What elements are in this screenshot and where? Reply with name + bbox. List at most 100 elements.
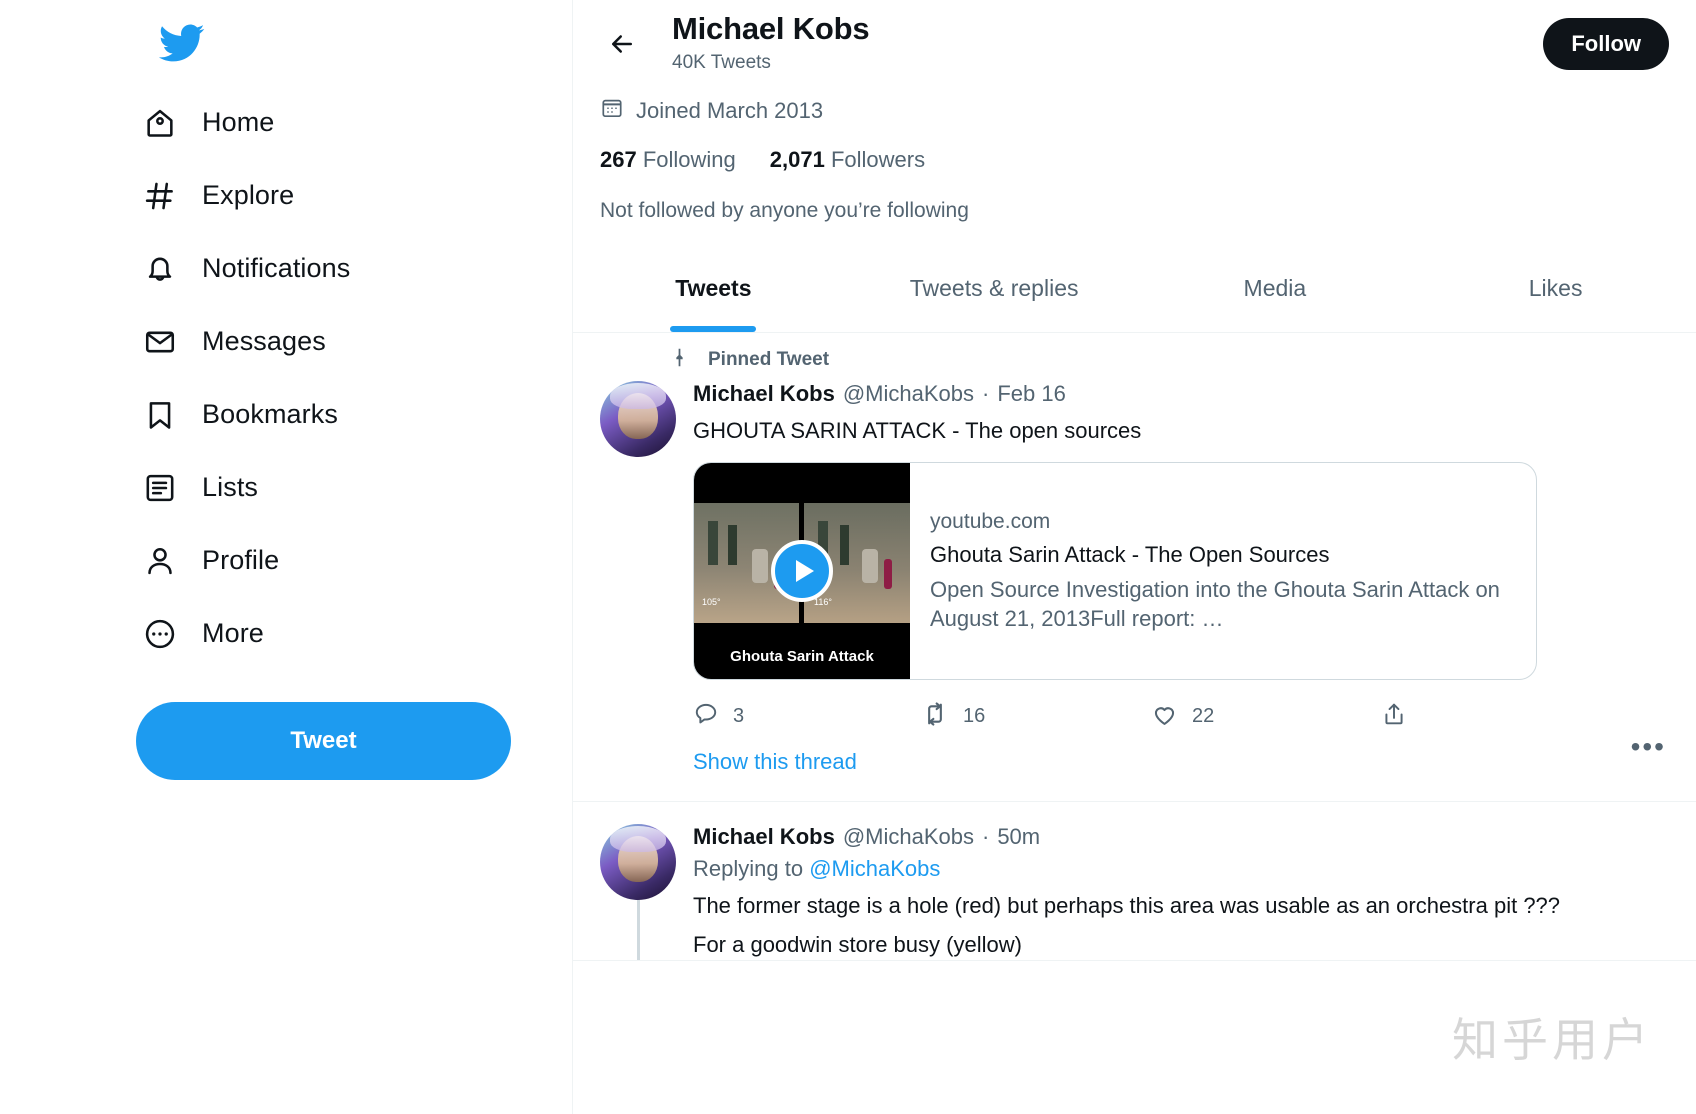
envelope-icon [140,322,180,362]
tweet-main: Michael Kobs @MichaKobs · Feb 16 ••• GHO… [693,381,1669,801]
bookmark-icon [140,395,180,435]
play-icon[interactable] [771,540,833,602]
show-thread-link[interactable]: Show this thread [693,749,1669,801]
separator-dot: · [981,824,990,849]
pinned-label: Pinned Tweet [708,349,830,370]
retweet-count: 16 [963,705,986,727]
replying-to-prefix: Replying to [693,856,810,881]
card-thumbnail: 105° 116° Ghouta Sarin Attack [694,463,910,679]
tweet-main: Michael Kobs @MichaKobs · 50m ••• Replyi… [693,824,1669,960]
pinned-tweet[interactable]: Pinned Tweet Michael Kobs @MichaKobs · F… [573,333,1696,802]
tweet-author-name[interactable]: Michael Kobs [693,381,835,407]
share-button[interactable] [1381,700,1407,733]
more-horizontal-icon[interactable]: ••• [1631,733,1666,761]
tweet-author-handle[interactable]: @MichaKobs [843,824,974,850]
page-title: Michael Kobs [672,11,870,46]
tweet-timestamp[interactable]: 50m [997,824,1040,850]
back-arrow-icon[interactable] [600,22,644,66]
tweet-author-handle[interactable]: @MichaKobs [843,381,974,407]
twitter-profile-page: Home Explore Notifications Messages Book… [0,0,1696,1114]
thumb-caption: Ghouta Sarin Attack [730,648,874,665]
tweet-text-cut: For a goodwin store busy (yellow) [693,932,1022,957]
sidebar-item-label: Explore [202,180,295,210]
replying-to-mention[interactable]: @MichaKobs [809,856,940,881]
tweet-timestamp[interactable]: Feb 16 [997,381,1066,407]
card-domain: youtube.com [930,509,1051,533]
sidebar-item-label: More [202,618,264,648]
joined-row: Joined March 2013 [600,96,1669,125]
bell-icon [140,249,180,289]
sidebar-item-label: Lists [202,472,259,502]
share-icon [1381,701,1407,732]
thumb-angle-left: 105° [702,597,721,607]
sidebar-item-label: Bookmarks [202,399,338,429]
hashtag-icon [140,176,180,216]
avatar[interactable] [600,824,676,900]
not-followed-notice: Not followed by anyone you’re following [600,199,969,222]
reply-button[interactable]: 3 [693,700,921,733]
link-preview-card[interactable]: 105° 116° Ghouta Sarin Attack youtube.co… [693,462,1537,680]
primary-sidebar: Home Explore Notifications Messages Book… [0,0,573,1114]
tab-label: Tweets [675,275,752,301]
twitter-bird-icon[interactable] [144,6,218,80]
tweet-header: Michael Kobs @MichaKobs · 50m ••• [693,824,1669,850]
retweet-button[interactable]: 16 [921,700,1151,733]
heart-icon [1151,701,1178,733]
tweet-text: GHOUTA SARIN ATTACK - The open sources [693,418,1142,443]
home-icon [140,103,180,143]
tab-label: Media [1243,275,1307,301]
watermark: 知乎用户 [1452,1013,1652,1067]
main-column: Michael Kobs 40K Tweets Follow Joined Ma… [573,0,1696,1114]
compose-tweet-button[interactable]: Tweet [136,702,511,780]
sidebar-item-lists[interactable]: Lists [140,451,282,524]
list-icon [140,468,180,508]
sidebar-item-label: Messages [202,326,326,356]
tab-media[interactable]: Media [1135,261,1416,332]
profile-meta: Joined March 2013 267 Following 2,071 Fo… [573,78,1696,223]
like-count: 22 [1192,705,1215,727]
sidebar-item-messages[interactable]: Messages [140,305,350,378]
follow-button[interactable]: Follow [1543,18,1669,70]
thumb-angle-right: 116° [814,597,832,607]
tweet-text: The former stage is a hole (red) but per… [693,893,1561,918]
tab-likes[interactable]: Likes [1415,261,1696,332]
tweet-actions: 3 16 22 [693,700,1669,749]
profile-tabs: Tweets Tweets & replies Media Likes [573,261,1696,333]
following-label: Following [642,147,736,172]
header-titles: Michael Kobs 40K Tweets [672,10,1543,76]
followers-label: Followers [830,147,926,172]
more-circle-icon [140,614,180,654]
tab-active-indicator [670,326,757,332]
card-title: Ghouta Sarin Attack - The Open Sources [930,541,1330,567]
sidebar-item-label: Home [202,107,275,137]
like-button[interactable]: 22 [1151,700,1381,733]
tab-tweets-replies[interactable]: Tweets & replies [854,261,1135,332]
followers-count[interactable]: 2,071 Followers [770,147,925,173]
person-icon [140,541,180,581]
profile-counts: 267 Following 2,071 Followers [600,147,1669,173]
sidebar-item-profile[interactable]: Profile [140,524,303,597]
sidebar-item-bookmarks[interactable]: Bookmarks [140,378,362,451]
sidebar-item-explore[interactable]: Explore [140,159,318,232]
following-count[interactable]: 267 Following [600,147,736,173]
tweet-author-name[interactable]: Michael Kobs [693,824,835,850]
reply-tweet[interactable]: Michael Kobs @MichaKobs · 50m ••• Replyi… [573,802,1696,961]
calendar-icon [600,96,624,125]
tweet-body-row: Michael Kobs @MichaKobs · 50m ••• Replyi… [600,824,1669,960]
sidebar-item-label: Profile [202,545,280,575]
sidebar-item-notifications[interactable]: Notifications [140,232,374,305]
following-number: 267 [600,147,637,172]
tweet-count: 40K Tweets [672,52,771,73]
sidebar-item-label: Notifications [202,253,351,283]
profile-header: Michael Kobs 40K Tweets Follow [573,0,1696,78]
pinned-label-row: Pinned Tweet [669,347,1669,373]
separator-dot: · [981,381,990,406]
sidebar-item-more[interactable]: More [140,597,288,670]
tab-tweets[interactable]: Tweets [573,261,854,332]
card-description: Open Source Investigation into the Ghout… [930,576,1500,631]
sidebar-item-home[interactable]: Home [140,86,298,159]
card-info: youtube.com Ghouta Sarin Attack - The Op… [910,463,1536,679]
tab-label: Likes [1528,275,1583,301]
avatar[interactable] [600,381,676,457]
tweet-header: Michael Kobs @MichaKobs · Feb 16 ••• [693,381,1669,761]
